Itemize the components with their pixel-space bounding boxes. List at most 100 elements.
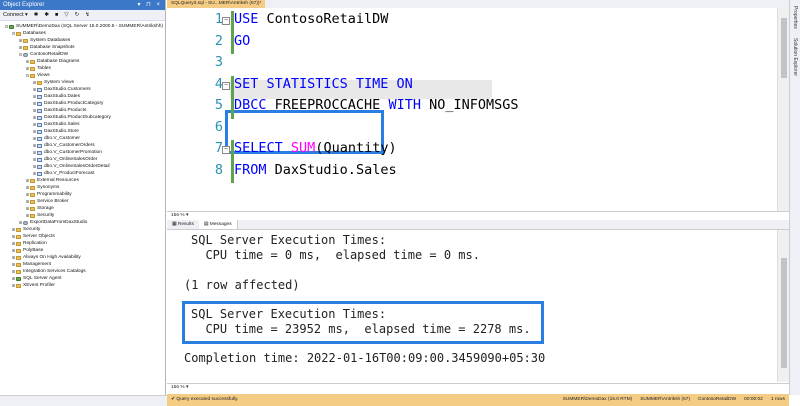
results-tab-strip: ▦ Results ▤ Messages — [167, 220, 789, 230]
tree-node-label: System Databases — [30, 38, 71, 43]
connect-button[interactable]: Connect ▾ — [3, 10, 28, 20]
query-editor[interactable]: 12345678 − − − USE ContosoRetailDW GO SET STA… — [167, 8, 789, 211]
solution-explorer-tab[interactable]: Solution Explorer — [792, 38, 798, 76]
tree-node[interactable]: ⊞ System Databases — [0, 37, 165, 44]
oe-toolbar-button[interactable]: ↻ — [75, 10, 80, 20]
tree-node[interactable]: ⊞ dbo.V_OnlineSalesOrder — [0, 156, 165, 163]
editor-zoom-bar[interactable]: 156 % ▾ — [167, 211, 789, 219]
status-item: SUMMER\Antriksh (57) — [640, 397, 691, 402]
tree-node[interactable]: ⊟ ContosoRetailDW — [0, 51, 165, 58]
tree-node[interactable]: ⊞ dbo.V_ProductForecast — [0, 170, 165, 177]
code-token: GO — [234, 32, 251, 49]
tree-node-label: Management — [23, 262, 51, 267]
tree-node[interactable]: ⊞ Always On High Availability — [0, 254, 165, 261]
tree-node[interactable]: ⊞ Replication — [0, 240, 165, 247]
tree-node-label: dbo.V_ProductForecast — [44, 171, 95, 176]
oe-toolbar-button[interactable]: ▽ — [64, 10, 68, 20]
fold-toggle-icon[interactable]: − — [222, 146, 230, 154]
tree-node[interactable]: ⊞ Security — [0, 226, 165, 233]
tree-node[interactable]: ⊞ XEvent Profiler — [0, 282, 165, 289]
code-token: DaxStudio — [274, 161, 348, 178]
status-message-text: Query executed successfully. — [176, 397, 239, 402]
tree-node[interactable]: ⊞ dbo.V_OnlineSalesOrderDetail — [0, 163, 165, 170]
fold-toggle-icon[interactable]: − — [222, 17, 230, 25]
tree-node[interactable]: ⊞ Programmability — [0, 191, 165, 198]
tree-node[interactable]: ⊞ Tables — [0, 65, 165, 72]
tree-node-label: Views — [37, 73, 50, 78]
code-line[interactable]: GO — [234, 33, 250, 49]
folder-icon — [23, 45, 28, 50]
tree-node-label: Synonyms — [37, 185, 60, 190]
code-line[interactable]: SELECT SUM(Quantity) — [234, 140, 397, 156]
oe-toolbar-button[interactable]: ✱ — [34, 10, 39, 20]
messages-scrollbar[interactable] — [777, 230, 789, 382]
oe-toolbar-button[interactable]: ✱ — [44, 10, 49, 20]
code-line[interactable]: SET STATISTICS TIME ON — [234, 76, 413, 92]
tree-node[interactable]: ⊞ DaxStudio.ProductCategory — [0, 100, 165, 107]
code-token: . — [347, 161, 356, 178]
tree-node[interactable]: ⊞ DaxStudio.Dates — [0, 93, 165, 100]
code-line[interactable]: DBCC FREEPROCCACHE WITH NO_INFOMSGS — [234, 97, 518, 113]
folder-icon — [30, 213, 35, 218]
code-line[interactable]: FROM DaxStudio.Sales — [234, 162, 397, 178]
tree-node[interactable]: ⊞ DaxStudio.ProductSubcategory — [0, 114, 165, 121]
tree-node[interactable]: ⊞ Service Broker — [0, 198, 165, 205]
line-number: 6 — [214, 118, 223, 135]
tree-node[interactable]: ⊟ Databases — [0, 30, 165, 37]
tree-node[interactable]: ⊞ SQL Server Agent — [0, 275, 165, 282]
tree-node[interactable]: ⊞ DaxStudio.Products — [0, 107, 165, 114]
tree-node[interactable]: ⊞ Server Objects — [0, 233, 165, 240]
status-item: 00:00:02 — [744, 397, 763, 402]
tree-node[interactable]: ⊞ Database Diagrams — [0, 58, 165, 65]
tree-node[interactable]: ⊞ External Resources — [0, 177, 165, 184]
status-item: ContosoRetailDW — [698, 397, 737, 402]
tab-results-label: Results — [177, 222, 194, 227]
tree-node[interactable]: ⊞ System Views — [0, 79, 165, 86]
line-number: 3 — [214, 54, 223, 70]
tree-node[interactable]: ⊞ DaxStudio.Customers — [0, 86, 165, 93]
messages-scroll-thumb[interactable] — [781, 258, 787, 368]
messages-zoom-bar[interactable]: 156 % ▾ — [167, 383, 789, 391]
tree-node[interactable]: ⊞ PolyBase — [0, 247, 165, 254]
tree-node[interactable]: ⊟ SUMMER\DemoDax (SQL Server 15.0.2000.5 … — [0, 23, 165, 30]
status-items: SUMMER\DemoDax (15.0 RTM) SUMMER\Antriksh… — [563, 394, 785, 406]
editor-scrollbar[interactable] — [777, 8, 789, 211]
tree-node[interactable]: ⊞ dbo.V_CustomerOrders — [0, 142, 165, 149]
code-token: USE — [234, 11, 267, 27]
view-icon — [37, 157, 42, 162]
line-number: 1 — [214, 11, 223, 27]
query-document-tab[interactable]: SQLQuery3.sql - SU...MER\Antriksh (57))* — [167, 0, 266, 8]
fold-toggle-icon[interactable]: − — [222, 81, 230, 90]
oe-toolbar-button[interactable]: ■ — [55, 10, 58, 20]
tree-node[interactable]: ⊞ Management — [0, 261, 165, 268]
tree-node[interactable]: ⊞ DaxStudio.Sales — [0, 121, 165, 128]
folder-icon — [30, 199, 35, 204]
tree-node[interactable]: ⊞ Integration Services Catalogs — [0, 268, 165, 275]
tree-node[interactable]: ⊞ Security — [0, 212, 165, 219]
folder-icon — [37, 80, 42, 85]
tree-node-label: Databases — [23, 31, 46, 36]
message-line: SQL Server Execution Times: — [191, 233, 387, 247]
tree-node[interactable]: ⊞ dbo.V_Customer — [0, 135, 165, 142]
properties-tab[interactable]: Properties — [792, 6, 798, 29]
messages-zoom-level[interactable]: 156 % — [171, 385, 185, 390]
tree-node[interactable]: ⊞ Storage — [0, 205, 165, 212]
code-line[interactable]: USE ContosoRetailDW — [234, 11, 388, 27]
pane-controls[interactable]: ▾ ⊓ × — [137, 0, 165, 10]
status-bar: ✔ Query executed successfully. SUMMER\De… — [167, 394, 789, 406]
tree-node-label: Always On High Availability — [23, 255, 81, 260]
oe-toolbar-button[interactable]: ↯ — [85, 10, 90, 20]
editor-scroll-thumb[interactable] — [781, 18, 787, 78]
tree-node[interactable]: ⊞ ExportDataFromDaxStudio — [0, 219, 165, 226]
tab-results[interactable]: ▦ Results — [167, 220, 199, 229]
tree-node[interactable]: ⊟ Views — [0, 72, 165, 79]
editor-zoom-level[interactable]: 156 % — [171, 213, 185, 218]
tree-node[interactable]: ⊞ Database Snapshots — [0, 44, 165, 51]
folder-icon — [16, 255, 21, 260]
tree-node[interactable]: ⊞ dbo.V_CustomerPromotion — [0, 149, 165, 156]
tree-node-label: Replication — [23, 241, 47, 246]
tree-node[interactable]: ⊞ DaxStudio.Store — [0, 128, 165, 135]
tab-messages[interactable]: ▤ Messages — [198, 220, 238, 229]
tree-node[interactable]: ⊞ Synonyms — [0, 184, 165, 191]
folder-icon — [16, 227, 21, 232]
